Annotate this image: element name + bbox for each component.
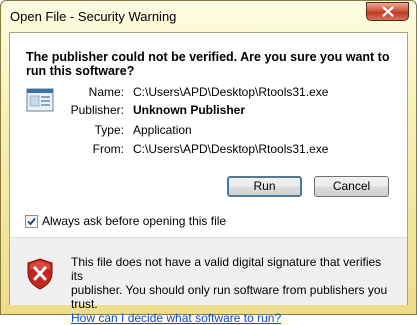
always-ask-checkbox[interactable] [25,215,38,228]
cancel-button[interactable]: Cancel [314,176,389,197]
detail-value-name: C:\Users\APD\Desktop\Rtools31.exe [133,85,329,99]
detail-row-from: From: C:\Users\APD\Desktop\Rtools31.exe [10,142,407,156]
window-title: Open File - Security Warning [10,9,177,24]
title-bar[interactable]: Open File - Security Warning [1,1,416,31]
detail-value-publisher: Unknown Publisher [133,103,246,117]
detail-label: Name: [88,85,124,99]
run-button[interactable]: Run [227,176,302,197]
detail-label: From: [92,142,124,156]
always-ask-label[interactable]: Always ask before opening this file [42,214,226,228]
detail-value-type: Application [133,123,192,137]
detail-row-type: Type: Application [10,123,407,137]
detail-row-name: Name: C:\Users\APD\Desktop\Rtools31.exe [10,85,407,99]
main-section: The publisher could not be verified. Are… [10,33,407,237]
dialog-content: The publisher could not be verified. Are… [9,32,408,325]
detail-row-publisher: Publisher: Unknown Publisher [10,103,407,117]
warning-text-line-2: publisher. You should only run software … [71,283,388,311]
close-icon [381,6,394,17]
help-link[interactable]: How can I decide what software to run? [71,311,391,325]
close-button[interactable] [366,2,409,21]
security-warning-dialog: Open File - Security Warning The publish… [0,0,417,325]
security-shield-icon [27,258,53,290]
detail-value-from: C:\Users\APD\Desktop\Rtools31.exe [133,142,329,156]
warning-heading: The publisher could not be verified. Are… [26,50,390,78]
checkmark-icon [27,217,36,226]
detail-label: Type: [94,123,124,137]
warning-text-line-1: This file does not have a valid digital … [71,255,382,283]
detail-label: Publisher: [70,103,124,117]
